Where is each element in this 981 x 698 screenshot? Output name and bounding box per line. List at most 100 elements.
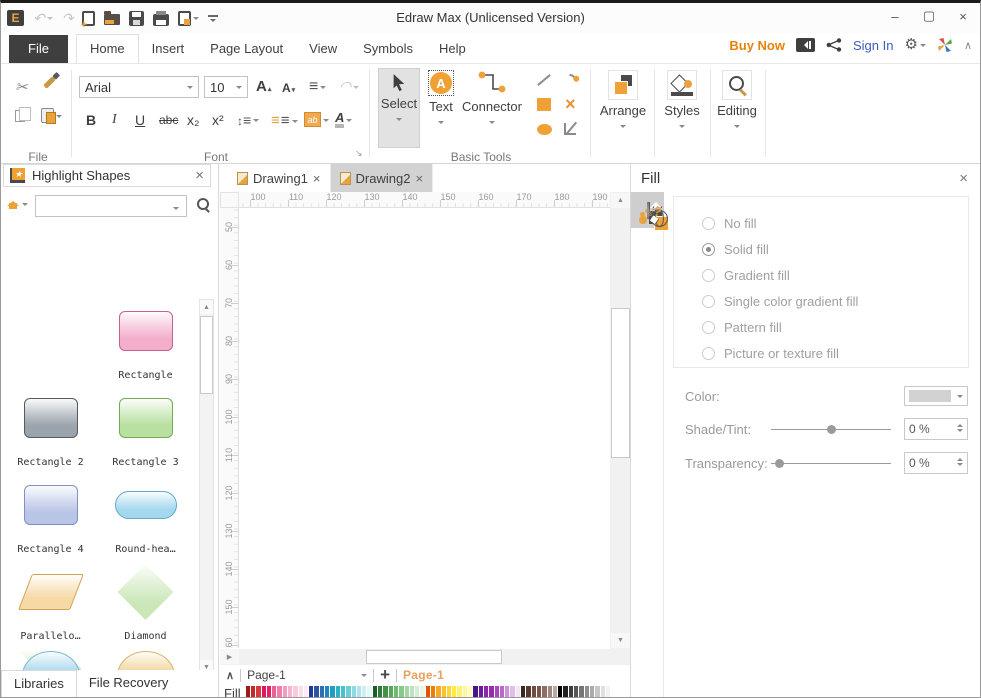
color-swatch[interactable] <box>568 686 574 697</box>
color-swatch[interactable] <box>558 686 563 697</box>
strikethrough-button[interactable]: abc <box>159 113 178 127</box>
spin-up-icon[interactable] <box>957 421 963 427</box>
page-selector[interactable]: Page-1 <box>247 668 368 682</box>
drawing-tab[interactable]: Drawing1 <box>228 164 331 192</box>
menu-tab[interactable]: Symbols <box>350 35 426 63</box>
color-swatch[interactable] <box>346 686 351 697</box>
color-swatch[interactable] <box>584 686 589 697</box>
styles-button[interactable]: Styles <box>656 70 708 131</box>
scroll-right-icon[interactable]: ▶ <box>220 649 239 664</box>
color-swatch[interactable] <box>441 686 446 697</box>
color-swatch[interactable] <box>457 686 462 697</box>
library-shape[interactable]: Round-hea… <box>98 473 193 560</box>
collapse-pagebar-icon[interactable]: ∧ <box>226 669 234 682</box>
select-tool-button[interactable]: Select <box>378 68 420 148</box>
underline-button[interactable]: U <box>135 112 145 128</box>
connector-tool-button[interactable]: Connector <box>458 70 526 127</box>
color-swatch[interactable] <box>542 686 547 697</box>
transparency-slider[interactable] <box>771 459 891 468</box>
vertical-scroll-thumb[interactable] <box>611 308 630 458</box>
color-swatch[interactable] <box>277 686 282 697</box>
editing-button[interactable]: Editing <box>711 70 763 131</box>
color-swatch[interactable] <box>473 686 478 697</box>
minimize-button[interactable]: – <box>878 3 912 29</box>
shrink-font-button[interactable]: A <box>282 81 295 95</box>
menu-tab[interactable]: Page Layout <box>197 35 296 63</box>
buy-now-link[interactable]: Buy Now <box>729 38 785 53</box>
color-swatch[interactable] <box>293 686 298 697</box>
color-swatch[interactable] <box>563 686 568 697</box>
menu-tab[interactable]: Help <box>426 35 479 63</box>
color-swatch[interactable] <box>521 686 526 697</box>
color-swatch[interactable] <box>372 686 378 697</box>
library-scrollbar[interactable]: ▲ ▼ <box>199 299 214 675</box>
font-family-select[interactable]: Arial <box>79 76 199 98</box>
sign-in-link[interactable]: Sign In <box>853 38 893 53</box>
arrange-button[interactable]: Arrange <box>597 70 649 131</box>
color-swatch[interactable] <box>356 686 362 697</box>
color-swatch[interactable] <box>579 686 584 697</box>
color-swatch[interactable] <box>595 686 600 697</box>
rectangle-tool-icon[interactable] <box>535 96 553 112</box>
menu-tab[interactable]: Insert <box>139 35 198 63</box>
color-swatch[interactable] <box>415 686 420 697</box>
library-shape[interactable]: Rectangle 2 <box>3 386 98 473</box>
color-swatch[interactable] <box>330 686 335 697</box>
color-picker-dropdown[interactable] <box>904 386 968 406</box>
color-swatch[interactable] <box>256 686 261 697</box>
delete-tool-icon[interactable] <box>561 96 579 112</box>
color-swatch[interactable] <box>526 686 531 697</box>
help-icon[interactable] <box>631 192 664 228</box>
font-color-button[interactable]: A <box>335 111 353 128</box>
color-swatch[interactable] <box>404 686 409 697</box>
color-swatch[interactable] <box>325 686 330 697</box>
scroll-down-icon[interactable]: ▼ <box>611 633 630 648</box>
color-swatch[interactable] <box>431 686 436 697</box>
crop-tool-icon[interactable] <box>561 121 579 137</box>
tab-close-icon[interactable] <box>313 171 321 186</box>
color-swatch[interactable] <box>378 686 383 697</box>
menu-tab[interactable]: File <box>9 35 68 63</box>
color-swatch[interactable] <box>393 686 399 697</box>
color-swatch[interactable] <box>552 686 558 697</box>
library-shape[interactable]: Rectangle <box>98 299 193 386</box>
settings-gear-icon[interactable]: ⚙ <box>904 37 926 52</box>
library-home-button[interactable] <box>7 197 28 210</box>
color-swatch[interactable] <box>531 686 536 697</box>
color-swatch[interactable] <box>574 686 579 697</box>
color-swatch[interactable] <box>409 686 415 697</box>
drawing-canvas[interactable] <box>239 208 610 648</box>
library-shape[interactable]: Rectangle 3 <box>98 386 193 473</box>
spin-down-icon[interactable] <box>957 429 963 435</box>
fill-option[interactable]: No fill <box>702 210 968 236</box>
color-swatch[interactable] <box>510 686 515 697</box>
line-tool-icon[interactable] <box>535 72 553 88</box>
color-swatch[interactable] <box>303 686 309 697</box>
curved-text-button[interactable] <box>339 78 360 95</box>
library-shape[interactable]: Diamond <box>98 560 193 647</box>
text-tool-button[interactable]: A Text <box>422 70 460 127</box>
color-swatch[interactable] <box>261 686 266 697</box>
color-swatch[interactable] <box>340 686 346 697</box>
color-swatch[interactable] <box>515 686 521 697</box>
fill-panel-close-icon[interactable] <box>959 170 968 187</box>
color-swatch[interactable] <box>335 686 340 697</box>
fill-option[interactable]: Single color gradient fill <box>702 288 968 314</box>
color-swatch[interactable] <box>494 686 499 697</box>
library-section-header[interactable]: Highlight Shapes <box>3 164 211 187</box>
library-shape[interactable]: Rectangle 4 <box>3 473 98 560</box>
fill-option[interactable]: Gradient fill <box>702 262 968 288</box>
shade-tint-spinner[interactable]: 0 % <box>904 418 968 440</box>
font-dialog-launcher-icon[interactable]: ↘ <box>355 148 363 159</box>
slider-handle[interactable] <box>827 425 837 434</box>
drawing-tab[interactable]: Drawing2 <box>330 164 434 192</box>
color-swatch[interactable] <box>483 686 489 697</box>
color-swatch[interactable] <box>351 686 356 697</box>
copy-button[interactable] <box>15 107 31 122</box>
color-swatch[interactable] <box>589 686 595 697</box>
color-swatch[interactable] <box>314 686 319 697</box>
color-swatch[interactable] <box>605 686 611 697</box>
color-swatch[interactable] <box>309 686 314 697</box>
color-swatch[interactable] <box>446 686 452 697</box>
color-swatch[interactable] <box>245 686 250 697</box>
